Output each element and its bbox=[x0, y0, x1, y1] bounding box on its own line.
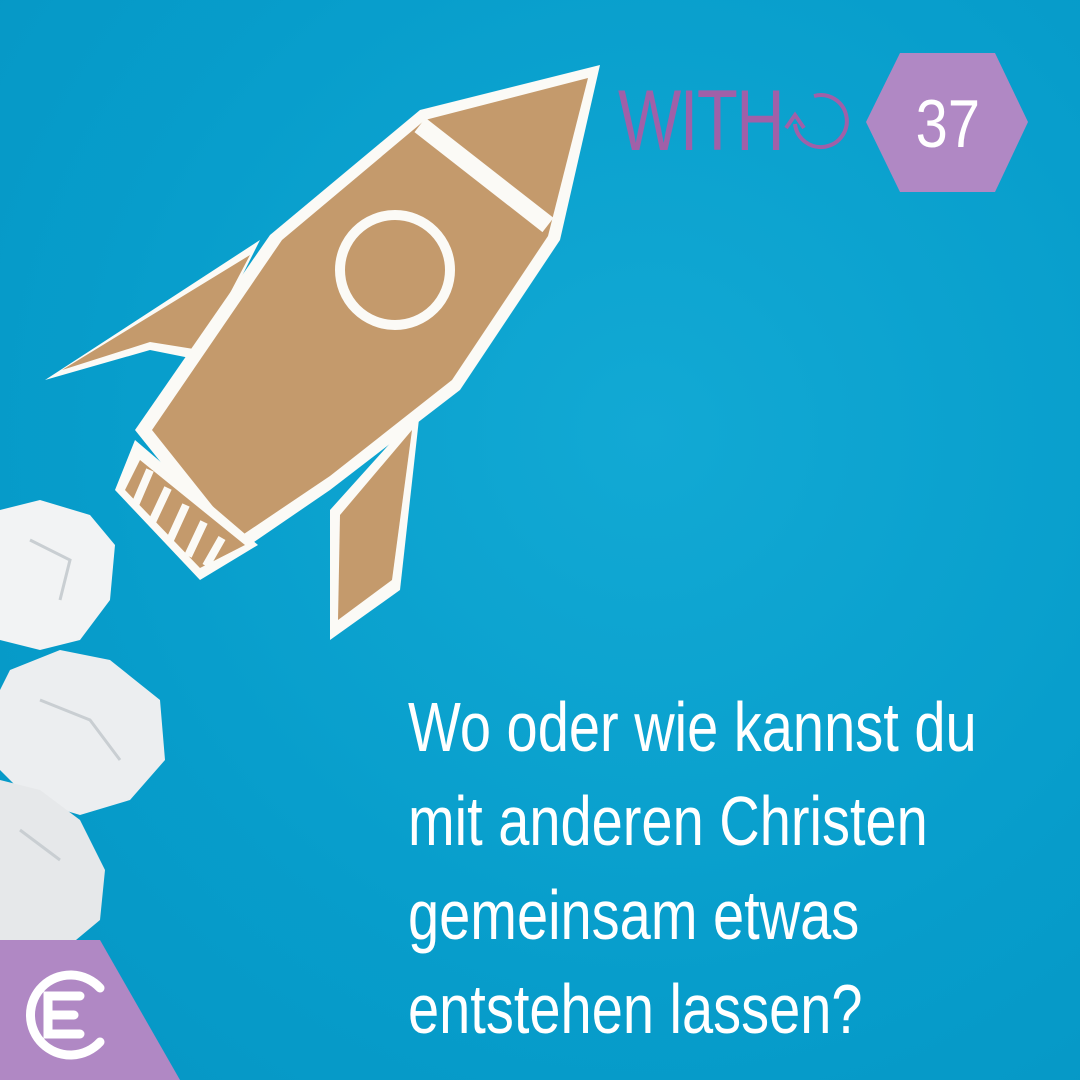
series-label: WITH bbox=[618, 73, 785, 169]
cardboard-rocket-image bbox=[45, 65, 600, 640]
question-line: gemeinsam etwas bbox=[408, 876, 860, 954]
crumpled-paper-image bbox=[0, 500, 165, 945]
refresh-icon bbox=[784, 93, 849, 150]
question-text: Wo oder wie kannst du mit anderen Christ… bbox=[408, 680, 977, 1056]
question-line: mit anderen Christen bbox=[408, 782, 928, 860]
question-line: Wo oder wie kannst du bbox=[408, 688, 977, 766]
episode-number-text: 37 bbox=[915, 86, 980, 162]
episode-number: 37 bbox=[865, 55, 1030, 193]
question-line: entstehen lassen? bbox=[408, 970, 863, 1048]
